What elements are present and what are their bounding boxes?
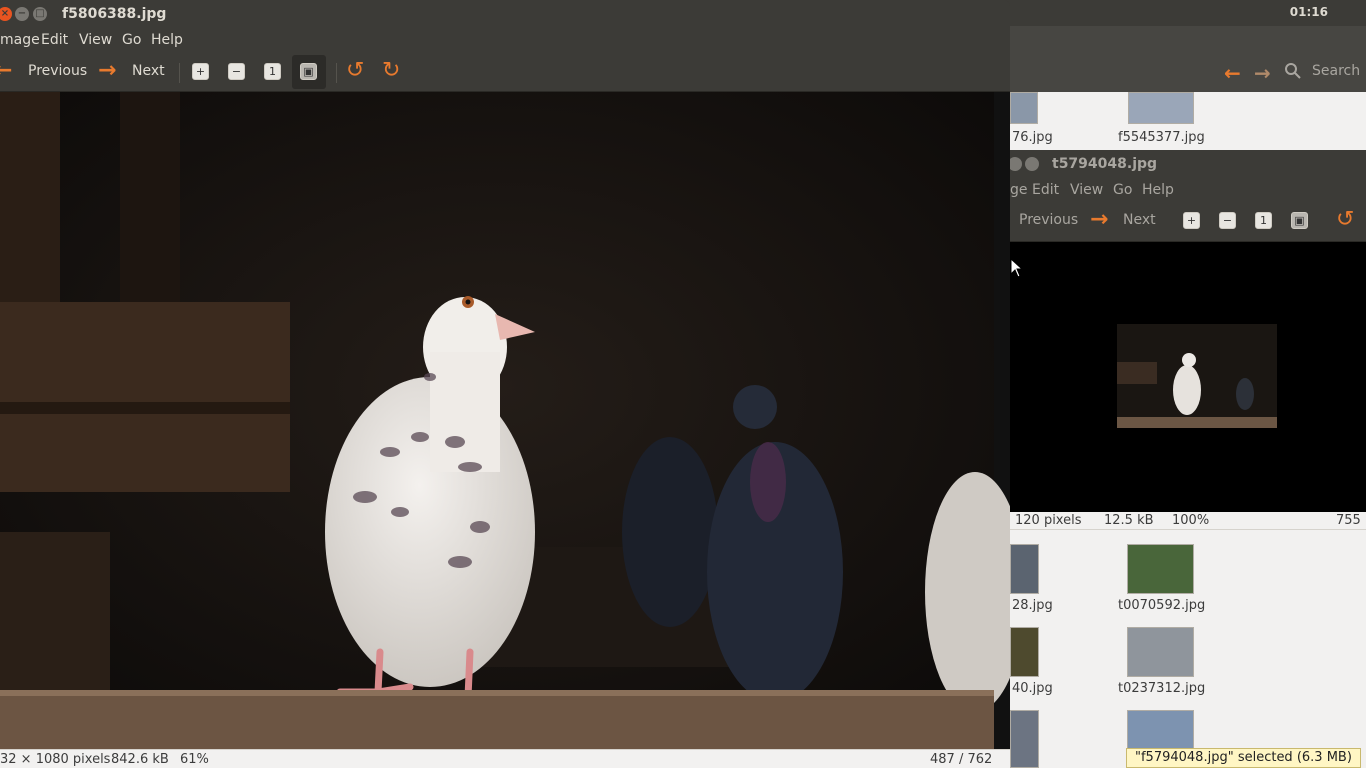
file-thumbnail[interactable]	[1010, 627, 1039, 677]
file-label[interactable]: f5545377.jpg	[1118, 130, 1205, 145]
menu-edit[interactable]: Edit	[41, 32, 68, 48]
toolbar-separator	[336, 63, 337, 83]
file-label[interactable]: 76.jpg	[1012, 130, 1053, 145]
next-button[interactable]: Next	[132, 63, 165, 79]
file-label[interactable]: 28.jpg	[1012, 598, 1053, 613]
browser-back-icon[interactable]: ←	[1224, 61, 1241, 85]
main-statusbar: 32 × 1080 pixels 842.6 kB 61% 487 / 762	[0, 749, 1010, 768]
next-arrow-icon[interactable]: →	[1090, 208, 1108, 232]
pigeon-photo	[0, 92, 1010, 749]
rotate-right-icon[interactable]: ↻	[382, 59, 400, 83]
next-button[interactable]: Next	[1123, 212, 1156, 228]
zoom-out-icon[interactable]: −	[1219, 212, 1236, 229]
search-icon[interactable]	[1284, 62, 1302, 80]
previous-arrow-icon[interactable]: ←	[0, 59, 12, 83]
maximize-icon[interactable]: □	[33, 7, 47, 21]
main-menubar: mage Edit View Go Help	[0, 28, 1010, 53]
zoom-out-icon[interactable]: −	[228, 63, 245, 80]
file-label[interactable]: 40.jpg	[1012, 681, 1053, 696]
pigeon-thumbnail-image	[1117, 324, 1277, 428]
second-window-title: t5794048.jpg	[1052, 156, 1158, 172]
panel-clock[interactable]: 01:16	[1290, 5, 1328, 19]
menu-image[interactable]: mage	[0, 32, 40, 48]
file-thumbnail[interactable]	[1127, 544, 1194, 594]
menu-go[interactable]: Go	[122, 32, 141, 48]
status-zoom: 61%	[180, 752, 209, 767]
file-label[interactable]: t0237312.jpg	[1118, 681, 1205, 696]
second-window-statusbar: 120 pixels 12.5 kB 100% 755	[1010, 512, 1366, 530]
menu-image[interactable]: ge	[1010, 182, 1028, 198]
minimize-icon[interactable]: −	[15, 7, 29, 21]
main-window-titlebar[interactable]: × − □ f5806388.jpg	[0, 0, 1010, 28]
maximize-icon[interactable]	[1025, 157, 1039, 171]
previous-button[interactable]: Previous	[28, 63, 87, 79]
previous-button[interactable]: Previous	[1019, 212, 1078, 228]
image-viewport[interactable]	[0, 92, 1010, 749]
second-window-menubar: ge Edit View Go Help	[1010, 178, 1366, 202]
rotate-left-icon[interactable]: ↺	[1336, 208, 1354, 232]
status-zoom: 100%	[1172, 513, 1210, 528]
normal-size-icon[interactable]: 1	[264, 63, 281, 80]
normal-size-icon[interactable]: 1	[1255, 212, 1272, 229]
status-filesize: 842.6 kB	[111, 752, 169, 767]
status-position: 755	[1336, 513, 1361, 528]
file-thumbnail[interactable]	[1010, 92, 1038, 124]
window-title: f5806388.jpg	[62, 6, 167, 22]
minimize-icon[interactable]	[1008, 157, 1022, 171]
status-dimensions: 32 × 1080 pixels	[0, 752, 111, 767]
next-arrow-icon[interactable]: →	[98, 59, 116, 83]
second-image-viewport	[1010, 242, 1366, 512]
mouse-cursor-icon	[1010, 258, 1024, 278]
file-label[interactable]: t0070592.jpg	[1118, 598, 1205, 613]
close-icon[interactable]: ×	[0, 7, 12, 21]
browser-toolbar	[1010, 26, 1366, 92]
menu-go[interactable]: Go	[1113, 182, 1132, 198]
menu-help[interactable]: Help	[1142, 182, 1174, 198]
status-dimensions: 120 pixels	[1015, 513, 1082, 528]
best-fit-icon[interactable]: ▣	[1291, 212, 1308, 229]
search-label[interactable]: Search	[1312, 63, 1360, 79]
selection-tooltip: "f5794048.jpg" selected (6.3 MB)	[1126, 748, 1361, 768]
file-thumbnail[interactable]	[1128, 92, 1194, 124]
main-viewer-window: × − □ f5806388.jpg mage Edit View Go Hel…	[0, 0, 1010, 768]
menu-edit[interactable]: Edit	[1032, 182, 1059, 198]
file-thumbnail[interactable]	[1127, 627, 1194, 677]
second-window-titlebar[interactable]: t5794048.jpg	[1008, 150, 1366, 178]
second-viewer-window: t5794048.jpg ge Edit View Go Help Previo…	[1008, 150, 1366, 530]
best-fit-icon[interactable]: ▣	[300, 63, 317, 80]
second-window-toolbar: Previous → Next + − 1 ▣ ↺	[1010, 202, 1366, 242]
menu-help[interactable]: Help	[151, 32, 183, 48]
browser-forward-icon[interactable]: →	[1254, 61, 1271, 85]
zoom-in-icon[interactable]: +	[1183, 212, 1200, 229]
status-filesize: 12.5 kB	[1104, 513, 1154, 528]
status-position: 487 / 762	[930, 752, 993, 767]
menu-view[interactable]: View	[79, 32, 112, 48]
file-thumbnail[interactable]	[1010, 710, 1039, 768]
menu-view[interactable]: View	[1070, 182, 1103, 198]
toolbar-separator	[179, 63, 180, 83]
file-thumbnail[interactable]	[1010, 544, 1039, 594]
main-toolbar: ← Previous → Next + − 1	[0, 53, 1010, 92]
rotate-left-icon[interactable]: ↺	[346, 59, 364, 83]
zoom-in-icon[interactable]: +	[192, 63, 209, 80]
